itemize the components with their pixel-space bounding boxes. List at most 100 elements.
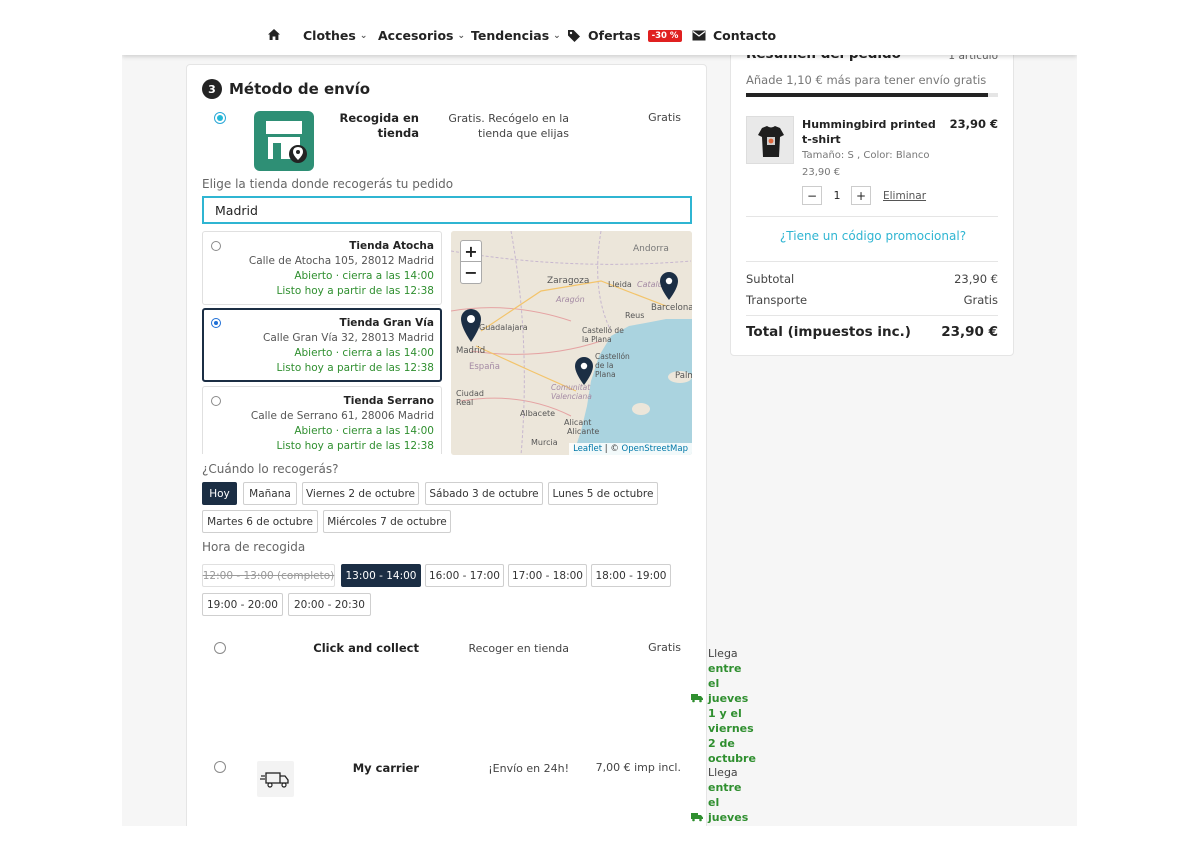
carrier-delay: Gratis. Recógelo en la tienda que elijas: [448, 112, 569, 140]
carrier-radio-click-collect[interactable]: [214, 642, 226, 654]
eta-click-collect: Llega entre el jueves 1 y el viernes 2 d…: [708, 646, 756, 766]
pickup-day-option[interactable]: Mañana: [243, 482, 297, 505]
nav-accesorios-label: Accesorios: [378, 28, 454, 43]
home-icon: [268, 29, 280, 40]
qty-decrease-button[interactable]: −: [802, 186, 822, 205]
map-label: Reus: [625, 311, 645, 320]
nav-ofertas[interactable]: Ofertas -30 %: [567, 28, 683, 43]
carrier-price: Gratis: [648, 111, 681, 124]
pickup-day-option[interactable]: Sábado 3 de octubre: [425, 482, 543, 505]
top-navigation: Clothes ⌄ Accesorios ⌄ Tendencias ⌄ Ofertas…: [122, 18, 1077, 55]
carrier-radio-store-pickup[interactable]: [214, 112, 226, 124]
carrier-name: Click and collect: [313, 641, 419, 655]
subtotal-label: Subtotal: [746, 272, 795, 286]
leaflet-link[interactable]: Leaflet: [573, 444, 602, 454]
carrier-name: My carrier: [352, 761, 419, 775]
pickup-hour-option[interactable]: 20:00 - 20:30: [288, 593, 371, 616]
pickup-day-option[interactable]: Miércoles 7 de octubre: [323, 510, 451, 533]
total-row: Total (impuestos inc.) 23,90 €: [746, 324, 998, 340]
store-radio[interactable]: [211, 241, 221, 251]
eta-dates: entre el jueves 1 y el viernes 2 de octu…: [708, 662, 756, 765]
map-label: Andorra: [633, 244, 669, 254]
pickup-day-option[interactable]: Lunes 5 de octubre: [548, 482, 658, 505]
pickup-hour-option[interactable]: 16:00 - 17:00: [425, 564, 504, 587]
store-card-atocha[interactable]: Tienda Atocha Calle de Atocha 105, 28012…: [202, 231, 442, 305]
free-shipping-progress: [746, 93, 998, 97]
pickup-day-option[interactable]: Hoy: [202, 482, 237, 505]
remove-product-link[interactable]: Eliminar: [883, 190, 926, 202]
nav-clothes[interactable]: Clothes ⌄: [303, 28, 367, 43]
product-attributes: Tamaño: S , Color: Blanco: [802, 150, 930, 161]
pickup-day-label: ¿Cuándo lo recogerás?: [202, 462, 339, 476]
storefront-icon: [254, 111, 314, 171]
store-address: Calle de Serrano 61, 28006 Madrid: [250, 410, 434, 422]
map-zoom-in-button[interactable]: +: [460, 240, 482, 262]
store-name: Tienda Atocha: [349, 240, 434, 252]
truck-icon: [691, 813, 703, 822]
osm-link[interactable]: OpenStreetMap: [622, 444, 688, 454]
chevron-down-icon: ⌄: [457, 30, 466, 41]
nav-clothes-label: Clothes: [303, 28, 356, 43]
store-picker-label: Elige la tienda donde recogerás tu pedid…: [202, 177, 454, 191]
store-card-gran-via[interactable]: Tienda Gran Vía Calle Gran Vía 32, 28013…: [202, 308, 442, 382]
qty-input[interactable]: 1: [828, 186, 846, 205]
divider: [746, 216, 998, 217]
store-card-serrano[interactable]: Tienda Serrano Calle de Serrano 61, 2800…: [202, 386, 442, 454]
qty-increase-button[interactable]: +: [851, 186, 871, 205]
store-map[interactable]: Andorra Zaragoza Lleida Catalunya Barcel…: [451, 231, 692, 455]
store-address: Calle Gran Vía 32, 28013 Madrid: [263, 332, 434, 344]
subtotal-value: 23,90 €: [954, 272, 998, 286]
store-radio[interactable]: [211, 318, 221, 328]
nav-accesorios[interactable]: Accesorios ⌄: [378, 28, 465, 43]
map-marker-madrid[interactable]: [459, 307, 483, 343]
pickup-hour-option[interactable]: 17:00 - 18:00: [508, 564, 587, 587]
store-radio[interactable]: [211, 396, 221, 406]
store-ready-time: Listo hoy a partir de las 12:38: [276, 440, 434, 452]
map-label: Albacete: [520, 409, 556, 418]
eta-prefix: Llega: [708, 766, 738, 779]
map-attribution: Leaflet | © OpenStreetMap: [569, 443, 692, 455]
pickup-day-option[interactable]: Martes 6 de octubre: [202, 510, 318, 533]
store-open-status: Abierto · cierra a las 14:00: [294, 347, 434, 359]
product-name[interactable]: Hummingbird printed t-shirt: [802, 117, 937, 147]
map-zoom-out-button[interactable]: −: [460, 262, 482, 284]
divider: [746, 261, 998, 262]
map-label: Guadalajara: [479, 323, 528, 332]
map-label: Castelló de la Plana: [582, 326, 624, 344]
nav-tendencias[interactable]: Tendencias ⌄: [471, 28, 561, 43]
carrier-price: 7,00 € imp incl.: [595, 761, 681, 774]
store-name: Tienda Serrano: [343, 395, 434, 407]
nav-contacto[interactable]: Contacto: [692, 28, 776, 43]
pickup-hour-label: Hora de recogida: [202, 540, 306, 554]
step-number-badge: 3: [202, 79, 222, 99]
map-marker-barcelona[interactable]: [659, 271, 679, 301]
nav-tendencias-label: Tendencias: [471, 28, 550, 43]
promo-code-link[interactable]: ¿Tiene un código promocional?: [731, 229, 1015, 243]
chevron-down-icon: ⌄: [359, 30, 368, 41]
shipping-value: Gratis: [963, 293, 998, 307]
store-ready-time: Listo hoy a partir de las 12:38: [276, 285, 434, 297]
nav-ofertas-label: Ofertas: [588, 28, 641, 43]
map-label: Ciudad Real: [456, 389, 484, 407]
subtotal-row: Subtotal 23,90 €: [746, 272, 998, 286]
step-title: Método de envío: [229, 80, 371, 98]
pickup-day-option[interactable]: Viernes 2 de octubre: [302, 482, 419, 505]
pickup-hour-option[interactable]: 18:00 - 19:00: [591, 564, 671, 587]
home-link[interactable]: [267, 28, 281, 41]
map-label: Palma: [675, 371, 692, 381]
envelope-icon: [692, 30, 706, 41]
pickup-hour-option[interactable]: 13:00 - 14:00: [341, 564, 421, 587]
product-thumbnail[interactable]: [746, 116, 794, 164]
attribution-separator: | ©: [602, 444, 622, 454]
divider: [746, 315, 998, 316]
carrier-price: Gratis: [648, 641, 681, 654]
carrier-radio-my-carrier[interactable]: [214, 761, 226, 773]
store-search-input[interactable]: Madrid: [202, 196, 692, 224]
product-unit-price: 23,90 €: [802, 167, 841, 178]
pickup-hour-option[interactable]: 19:00 - 20:00: [202, 593, 283, 616]
map-marker-valencia[interactable]: [574, 356, 594, 386]
total-value: 23,90 €: [941, 324, 998, 340]
map-label: Murcia: [531, 438, 558, 447]
product-price: 23,90 €: [949, 117, 998, 131]
free-shipping-message: Añade 1,10 € más para tener envío gratis: [746, 73, 987, 87]
